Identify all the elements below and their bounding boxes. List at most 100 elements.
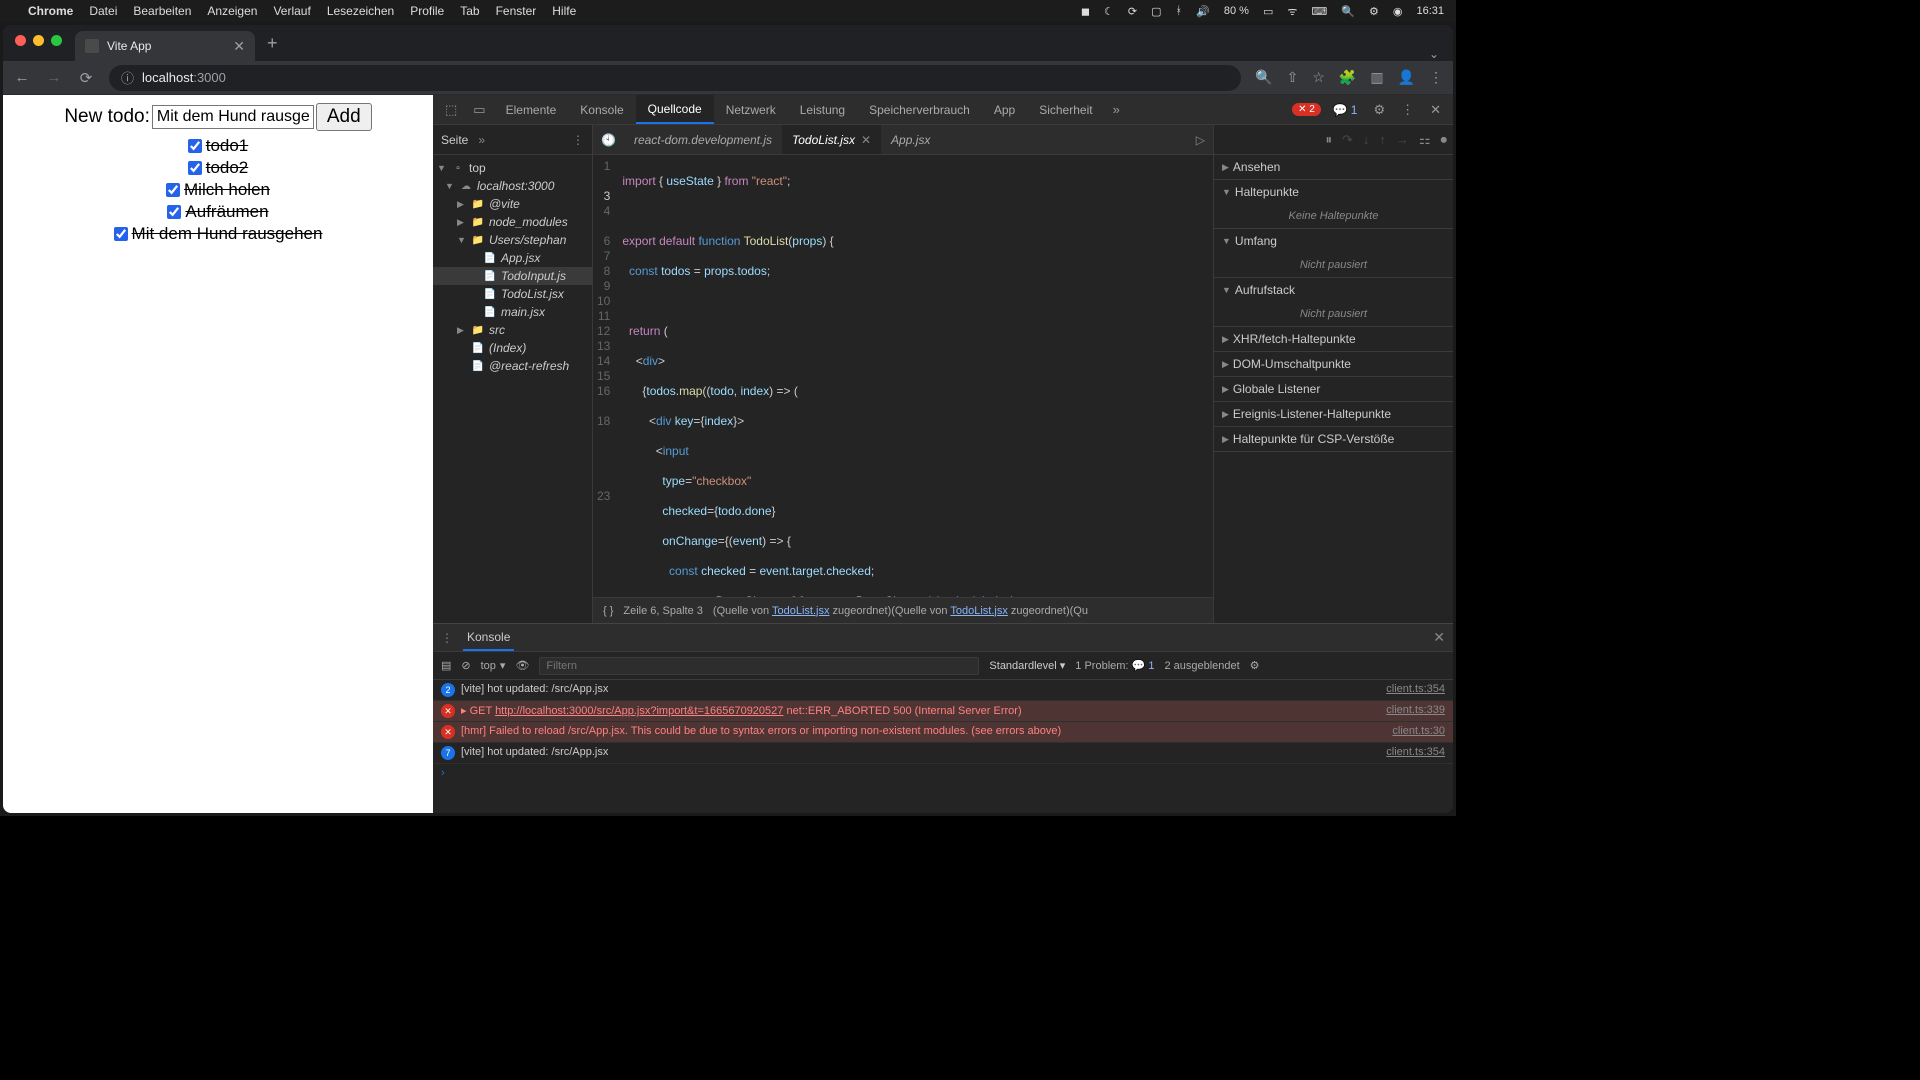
search-icon[interactable]: 🔍	[1255, 69, 1272, 86]
tab-leistung[interactable]: Leistung	[788, 95, 857, 124]
close-window-button[interactable]	[15, 35, 26, 46]
menu-lesezeichen[interactable]: Lesezeichen	[327, 4, 394, 18]
error-badge[interactable]: ✕ 2	[1292, 103, 1321, 116]
status-icon[interactable]: ◼	[1081, 5, 1090, 18]
history-icon[interactable]: 🕙	[593, 133, 624, 147]
inspect-icon[interactable]: ⬚	[437, 102, 465, 118]
tab-close-icon[interactable]: ✕	[233, 38, 245, 55]
bookmark-icon[interactable]: ☆	[1312, 69, 1325, 86]
acc-dom[interactable]: ▶DOM-Umschaltpunkte	[1214, 352, 1453, 376]
menu-datei[interactable]: Datei	[89, 4, 117, 18]
todo-checkbox[interactable]	[167, 205, 181, 219]
tree-users[interactable]: ▼📁Users/stephan	[433, 231, 592, 249]
acc-haltepunkte[interactable]: ▼Haltepunkte	[1214, 180, 1453, 204]
tree-refresh[interactable]: 📄@react-refresh	[433, 357, 592, 375]
minimize-window-button[interactable]	[33, 35, 44, 46]
share-icon[interactable]: ⇧	[1287, 69, 1299, 86]
context-selector[interactable]: top ▾	[481, 659, 506, 672]
dnd-icon[interactable]: ☾	[1104, 5, 1114, 18]
more-tabs-icon[interactable]: »	[1105, 102, 1128, 117]
log-source[interactable]: client.ts:354	[1386, 683, 1445, 695]
log-source[interactable]: client.ts:339	[1386, 704, 1445, 716]
reload-button[interactable]: ⟳	[77, 69, 95, 87]
back-button[interactable]: ←	[13, 69, 31, 86]
close-icon[interactable]: ✕	[861, 133, 871, 147]
acc-aufrufstack[interactable]: ▼Aufrufstack	[1214, 278, 1453, 302]
todo-checkbox[interactable]	[188, 139, 202, 153]
maximize-window-button[interactable]	[51, 35, 62, 46]
log-source[interactable]: client.ts:30	[1392, 725, 1445, 737]
tree-host[interactable]: ▼☁localhost:3000	[433, 177, 592, 195]
hidden-label[interactable]: 2 ausgeblendet	[1164, 660, 1239, 672]
step-over-button[interactable]: ↷	[1342, 132, 1353, 148]
tree-file[interactable]: 📄App.jsx	[433, 249, 592, 267]
tabs-expand-icon[interactable]: ⌄	[1415, 47, 1453, 61]
siri-icon[interactable]: ◉	[1393, 5, 1403, 18]
acc-ansehen[interactable]: ▶Ansehen	[1214, 155, 1453, 179]
site-info-icon[interactable]: ⓘ	[121, 68, 134, 87]
tree-file[interactable]: 📄TodoInput.js	[433, 267, 592, 285]
wifi-icon[interactable]: ᯤ	[1287, 4, 1297, 19]
info-badge[interactable]: 💬 1	[1333, 103, 1358, 117]
device-toggle-icon[interactable]: ▭	[465, 102, 493, 118]
code-editor[interactable]: 1346789101112131415161823 import { useSt…	[593, 155, 1213, 597]
bluetooth-icon[interactable]: ᚼ	[1176, 5, 1183, 17]
app-name[interactable]: Chrome	[28, 4, 73, 18]
devtools-menu-icon[interactable]: ⋮	[1393, 102, 1422, 118]
tab-speicher[interactable]: Speicherverbrauch	[857, 95, 982, 124]
step-into-button[interactable]: ↓	[1363, 132, 1370, 147]
tree-vite[interactable]: ▶📁@vite	[433, 195, 592, 213]
menu-anzeigen[interactable]: Anzeigen	[207, 4, 257, 18]
console-settings-icon[interactable]: ⚙	[1250, 659, 1260, 672]
settings-icon[interactable]: ⚙	[1365, 102, 1393, 118]
acc-umfang[interactable]: ▼Umfang	[1214, 229, 1453, 253]
menu-tab[interactable]: Tab	[460, 4, 479, 18]
todo-checkbox[interactable]	[166, 183, 180, 197]
tree-file[interactable]: 📄TodoList.jsx	[433, 285, 592, 303]
acc-csp[interactable]: ▶Haltepunkte für CSP-Verstöße	[1214, 427, 1453, 451]
format-icon[interactable]: { }	[603, 605, 613, 617]
profile-icon[interactable]: 👤	[1398, 69, 1415, 86]
tab-netzwerk[interactable]: Netzwerk	[714, 95, 788, 124]
menu-verlauf[interactable]: Verlauf	[273, 4, 310, 18]
log-source[interactable]: client.ts:354	[1386, 746, 1445, 758]
url-input[interactable]: ⓘ localhost:3000	[109, 65, 1241, 91]
console-sidebar-icon[interactable]: ▤	[441, 659, 451, 672]
tree-file[interactable]: 📄main.jsx	[433, 303, 592, 321]
tree-node-modules[interactable]: ▶📁node_modules	[433, 213, 592, 231]
console-menu-icon[interactable]: ⋮	[441, 631, 453, 645]
source-tab[interactable]: App.jsx	[881, 125, 940, 154]
extensions-icon[interactable]: 🧩	[1339, 69, 1356, 86]
new-todo-input[interactable]	[152, 105, 314, 129]
console-title[interactable]: Konsole	[463, 625, 514, 651]
more-nav-icon[interactable]: »	[478, 133, 485, 147]
log-level-selector[interactable]: Standardlevel ▾	[989, 659, 1065, 672]
clear-console-icon[interactable]: ⊘	[461, 659, 470, 672]
tab-app[interactable]: App	[982, 95, 1027, 124]
tab-quellcode[interactable]: Quellcode	[636, 95, 714, 124]
source-tab[interactable]: TodoList.jsx✕	[782, 125, 881, 154]
todo-checkbox[interactable]	[188, 161, 202, 175]
pause-exceptions-button[interactable]: ⏺	[1441, 132, 1448, 148]
nav-menu-icon[interactable]: ⋮	[572, 133, 584, 147]
deactivate-bp-button[interactable]: ⚏	[1419, 132, 1431, 148]
step-button[interactable]: →	[1396, 132, 1409, 147]
tree-index[interactable]: 📄(Index)	[433, 339, 592, 357]
menu-bearbeiten[interactable]: Bearbeiten	[133, 4, 191, 18]
tree-top[interactable]: ▼▫top	[433, 159, 592, 177]
devtools-close-icon[interactable]: ✕	[1422, 102, 1449, 118]
live-expression-icon[interactable]: 👁	[515, 659, 529, 672]
console-close-icon[interactable]: ✕	[1433, 629, 1445, 646]
menu-hilfe[interactable]: Hilfe	[552, 4, 576, 18]
todo-checkbox[interactable]	[114, 227, 128, 241]
run-icon[interactable]: ▷	[1188, 133, 1213, 147]
forward-button[interactable]: →	[45, 69, 63, 86]
search-icon[interactable]: 🔍	[1341, 5, 1355, 18]
acc-xhr[interactable]: ▶XHR/fetch-Haltepunkte	[1214, 327, 1453, 351]
sync-icon[interactable]: ⟳	[1128, 5, 1137, 18]
tab-konsole[interactable]: Konsole	[568, 95, 635, 124]
console-filter-input[interactable]	[539, 657, 979, 675]
clock[interactable]: 16:31	[1416, 5, 1444, 17]
add-button[interactable]: Add	[316, 103, 372, 131]
pause-button[interactable]: ⏸	[1325, 132, 1332, 148]
